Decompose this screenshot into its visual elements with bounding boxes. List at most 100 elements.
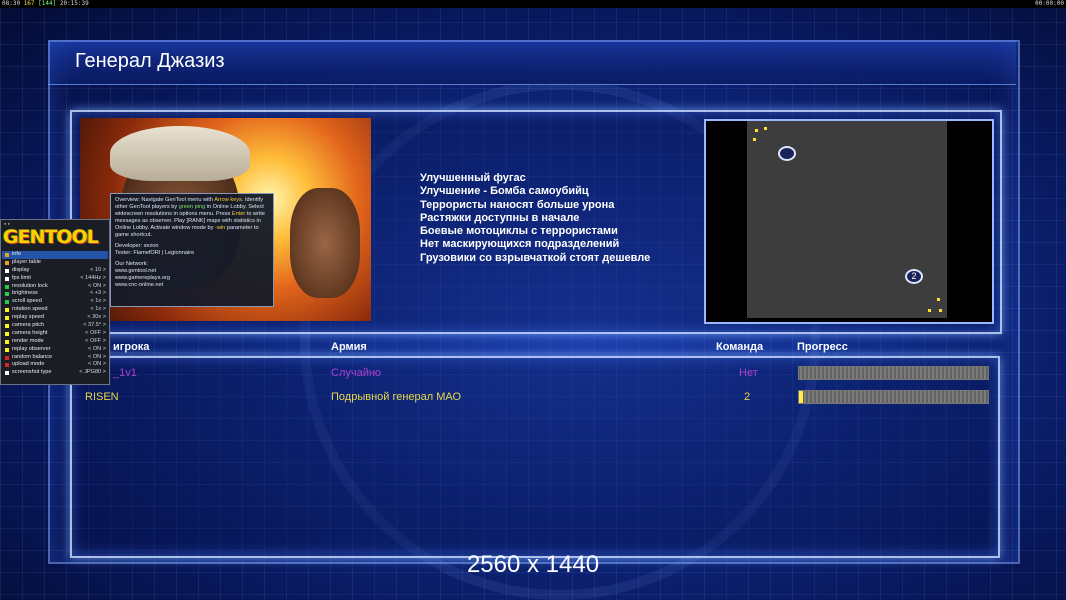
upgrade-item: Грузовики со взрывчаткой стоят дешевле: [420, 251, 651, 264]
supply-star-icon: [939, 309, 942, 312]
start-position-1[interactable]: [778, 146, 796, 161]
player-team: Нет: [739, 367, 758, 379]
gentool-menu-item[interactable]: camera pitch < 37.5° >: [2, 322, 108, 330]
status-fps-limit: [144]: [38, 0, 57, 7]
page-title: Генерал Джазиз: [75, 50, 225, 72]
gentool-menu-item[interactable]: scroll speed < 1x >: [2, 298, 108, 306]
menu-item-value: < ON >: [87, 361, 106, 368]
player-team: 2: [744, 391, 751, 403]
menu-item-value: < 30x >: [87, 314, 106, 321]
gentool-menu-item[interactable]: brightness < +3 >: [2, 290, 108, 298]
menu-item-label: camera pitch: [12, 322, 45, 329]
upgrade-item: Боевые мотоциклы с террористами: [420, 225, 618, 238]
menu-item-label: camera height: [12, 329, 48, 336]
menu-item-color-icon: [5, 371, 9, 376]
menu-item-value: < 1x >: [90, 306, 106, 313]
gentool-menu-item[interactable]: render mode < OFF >: [2, 338, 108, 346]
players-table: [70, 356, 1000, 558]
menu-item-label: replay observer: [12, 345, 51, 352]
resolution-label: 2560 x 1440: [466, 551, 600, 578]
menu-item-label: render mode: [12, 337, 44, 344]
gentool-menu-item[interactable]: resolution lock < ON >: [2, 283, 108, 291]
loading-progress-bar: [798, 366, 989, 380]
column-header-army: Армия: [331, 341, 367, 353]
column-header-name: игрока: [113, 341, 150, 353]
menu-item-value: < ON >: [87, 353, 106, 360]
gentool-menu-item[interactable]: fps limit < 144Hz >: [2, 275, 108, 283]
gentool-menu-item[interactable]: screenshot type < JPG80 >: [2, 369, 108, 377]
player-name: RISEN: [85, 391, 119, 403]
upgrade-item: Нет маскирующихся подразделений: [420, 238, 620, 251]
menu-item-color-icon: [5, 308, 9, 313]
gentool-menu-item[interactable]: replay observer < ON >: [2, 346, 108, 354]
menu-item-label: scroll speed: [12, 298, 42, 305]
menu-item-color-icon: [5, 253, 9, 257]
menu-item-label: resolution lock: [12, 282, 48, 289]
menu-item-label: brightness: [12, 290, 38, 297]
menu-item-color-icon: [5, 260, 9, 265]
loading-progress-bar: [798, 390, 989, 404]
gentool-menu-item[interactable]: display < 10 >: [2, 267, 108, 275]
menu-item-label: screenshot type: [12, 369, 52, 376]
menu-item-color-icon: [5, 276, 9, 281]
gentool-logo: GENTOOL: [3, 226, 99, 248]
status-clock: 08:30: [2, 0, 21, 7]
menu-item-value: < 37.5° >: [83, 322, 106, 329]
menu-item-label: display: [12, 266, 30, 273]
tooltip-overview: Overview: Navigate GenTool menu with Arr…: [115, 197, 265, 238]
gentool-info-tooltip: Overview: Navigate GenTool menu with Arr…: [110, 193, 274, 307]
start-position-2[interactable]: 2: [905, 269, 923, 284]
menu-item-color-icon: [5, 339, 9, 344]
menu-item-value: < 10 >: [90, 266, 106, 273]
menu-item-color-icon: [5, 316, 9, 321]
menu-item-label: player table: [12, 258, 41, 265]
portrait-hand: [290, 188, 360, 298]
menu-item-color-icon: [5, 355, 9, 360]
menu-item-value: < ON >: [87, 282, 106, 289]
menu-item-label: info: [12, 251, 22, 257]
menu-item-color-icon: [5, 300, 9, 305]
menu-item-color-icon: [5, 268, 9, 273]
upgrade-item: Террористы наносят больше урона: [420, 198, 615, 211]
supply-star-icon: [764, 127, 767, 130]
player-army: Подрывной генерал МАО: [331, 391, 462, 403]
player-name: _1v1: [113, 367, 137, 379]
gentool-menu-item[interactable]: camera height < OFF >: [2, 330, 108, 338]
menu-item-color-icon: [5, 324, 9, 329]
supply-star-icon: [753, 138, 756, 141]
gentool-menu-item[interactable]: random balance < ON >: [2, 354, 108, 362]
supply-star-icon: [755, 129, 758, 132]
menu-item-color-icon: [5, 331, 9, 336]
gentool-menu-item[interactable]: replay speed < 30x >: [2, 314, 108, 322]
menu-item-value: < ON >: [87, 345, 106, 352]
menu-item-value: < 1x >: [90, 298, 106, 305]
menu-item-label: rotation speed: [12, 306, 48, 313]
status-bar-left: 08:30 167 [144] 20:15:39: [2, 0, 89, 8]
gentool-menu-item[interactable]: rotation speed < 1x >: [2, 306, 108, 314]
status-game-timer: 00:00:00: [1035, 0, 1064, 7]
menu-item-color-icon: [5, 347, 9, 352]
menu-item-color-icon: [5, 363, 9, 368]
menu-item-value: < +3 >: [89, 290, 106, 297]
gentool-menu-item[interactable]: upload mode < ON >: [2, 361, 108, 369]
upgrade-item: Улучшение - Бомба самоубийц: [420, 185, 589, 198]
column-header-team: Команда: [716, 341, 764, 353]
gentool-menu-list: info player table display < 10 > fps limit < …: [2, 251, 108, 377]
menu-item-label: fps limit: [12, 274, 31, 281]
tooltip-credits: Developer: xezon Tester: FlamefORI | Leg…: [115, 243, 195, 256]
upgrade-item: Улучшенный фугас: [420, 172, 526, 184]
player-army: Случайно: [331, 367, 382, 379]
column-header-progress: Прогресс: [797, 341, 848, 353]
status-bar: 08:30 167 [144] 20:15:39 00:00:00: [0, 0, 1066, 8]
menu-item-label: upload mode: [12, 361, 45, 368]
menu-item-color-icon: [5, 292, 9, 297]
gentool-menu-item[interactable]: player table: [2, 259, 108, 267]
tooltip-network: Our Network: www.gentool.net www.gamerep…: [115, 261, 171, 288]
menu-item-color-icon: [5, 284, 9, 289]
gentool-menu-item[interactable]: info: [2, 251, 108, 259]
status-fps: 167: [23, 0, 35, 7]
upgrades-list: Улучшенный фугас Улучшение - Бомба самоу…: [420, 172, 650, 265]
menu-item-value: < OFF >: [85, 337, 106, 344]
menu-item-value: < JPG80 >: [79, 369, 106, 376]
upgrade-item: Растяжки доступны в начале: [420, 211, 580, 224]
